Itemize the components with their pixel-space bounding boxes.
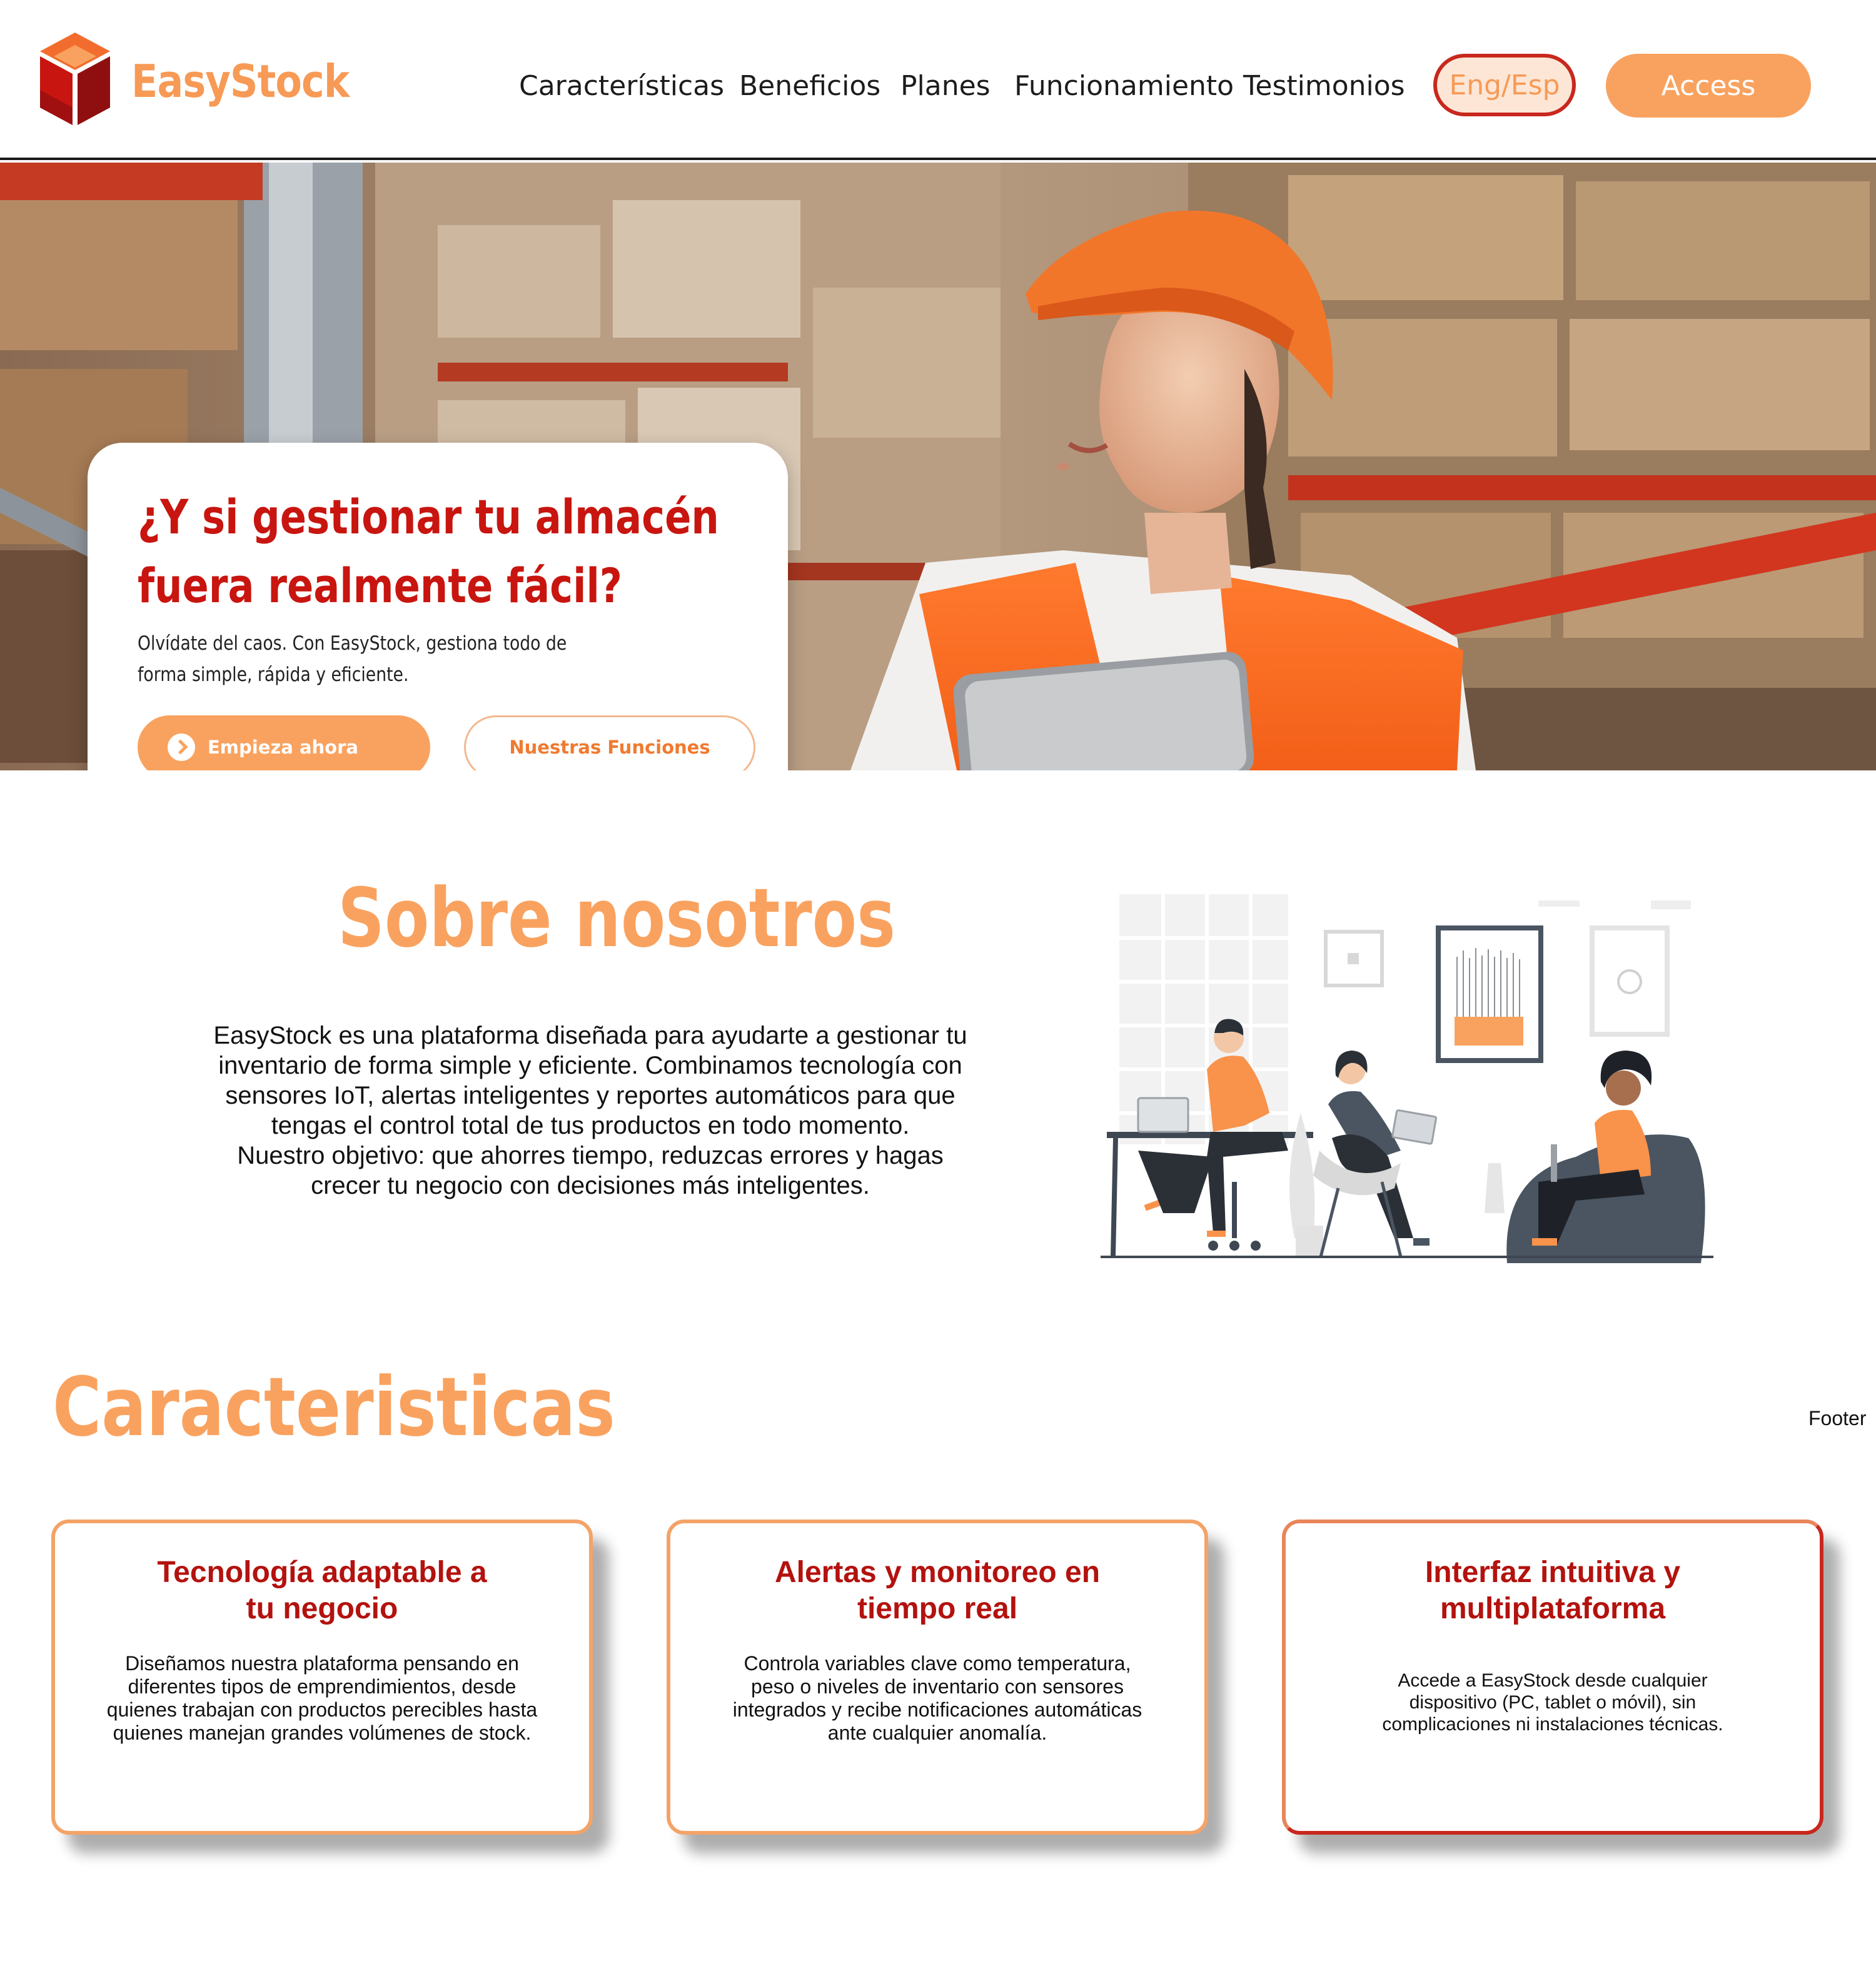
feature-card-title-line: tiempo real <box>857 1592 1018 1625</box>
start-now-label: Empieza ahora <box>208 737 358 758</box>
feature-card-title: Interfaz intuitiva y multiplataforma <box>1286 1555 1820 1627</box>
feature-card-interface: Interfaz intuitiva y multiplataforma Acc… <box>1282 1520 1823 1835</box>
hero-subtitle-line: Olvídate del caos. Con EasyStock, gestio… <box>138 632 567 655</box>
language-toggle-button[interactable]: Eng/Esp <box>1433 54 1576 116</box>
team-office-illustration <box>1101 894 1713 1263</box>
feature-card-title-line: Tecnología adaptable a <box>157 1556 487 1589</box>
feature-card-text: Diseñamos nuestra plataforma pensando en… <box>55 1652 589 1745</box>
hero-title: ¿Y si gestionar tu almacén fuera realmen… <box>138 483 719 620</box>
feature-card-text-line: diferentes tipos de emprendimientos, des… <box>128 1675 517 1698</box>
feature-card-text-line: quienes trabajan con productos perecible… <box>106 1698 538 1721</box>
feature-card-text-line: integrados y recibe notificaciones autom… <box>732 1698 1142 1721</box>
nav-link-planes[interactable]: Planes <box>900 68 991 105</box>
feature-card-title-line: tu negocio <box>246 1592 398 1625</box>
nav-link-funcionamiento[interactable]: Funcionamiento <box>1014 68 1234 105</box>
about-description: EasyStock es una plataforma diseñada par… <box>153 1021 1028 1201</box>
feature-card-adaptable: Tecnología adaptable a tu negocio Diseña… <box>51 1520 593 1835</box>
feature-card-text: Controla variables clave como temperatur… <box>670 1652 1204 1745</box>
hero-title-line: fuera realmente fácil? <box>138 558 622 613</box>
about-line: sensores IoT, alertas inteligentes y rep… <box>225 1082 956 1109</box>
navbar: EasyStock Características Beneficios Pla… <box>0 0 1876 160</box>
feature-card-title: Tecnología adaptable a tu negocio <box>55 1555 589 1627</box>
about-line: EasyStock es una plataforma diseñada par… <box>213 1022 967 1049</box>
chevron-right-icon <box>168 733 195 761</box>
feature-card-text-line: Controla variables clave como temperatur… <box>744 1652 1131 1675</box>
feature-card-text-line: dispositivo (PC, tablet o móvil), sin <box>1409 1692 1697 1713</box>
our-functions-button[interactable]: Nuestras Funciones <box>464 715 755 770</box>
nav-link-caracteristicas[interactable]: Características <box>519 68 724 105</box>
features-title: Caracteristicas <box>53 1359 615 1454</box>
about-line: inventario de forma simple y eficiente. … <box>218 1052 962 1079</box>
brand-name[interactable]: EasyStock <box>131 55 350 108</box>
footer-label[interactable]: Footer <box>1808 1407 1866 1430</box>
feature-card-alerts: Alertas y monitoreo en tiempo real Contr… <box>667 1520 1208 1835</box>
feature-card-title-line: Interfaz intuitiva y <box>1425 1556 1681 1589</box>
feature-card-text-line: Diseñamos nuestra plataforma pensando en <box>125 1652 519 1675</box>
feature-card-title: Alertas y monitoreo en tiempo real <box>670 1555 1204 1627</box>
access-button[interactable]: Access <box>1606 54 1811 118</box>
feature-card-text-line: peso o niveles de inventario con sensore… <box>751 1675 1124 1698</box>
feature-card-title-line: multiplataforma <box>1440 1592 1666 1625</box>
start-now-button[interactable]: Empieza ahora <box>138 715 430 770</box>
hero-section: ¿Y si gestionar tu almacén fuera realmen… <box>0 163 1876 770</box>
feature-card-title-line: Alertas y monitoreo en <box>774 1556 1101 1589</box>
hero-subtitle-line: forma simple, rápida y eficiente. <box>138 663 409 686</box>
hero-title-line: ¿Y si gestionar tu almacén <box>138 489 719 545</box>
about-line: crecer tu negocio con decisiones más int… <box>311 1172 870 1199</box>
nav-link-beneficios[interactable]: Beneficios <box>739 68 880 105</box>
feature-card-text-line: ante cualquier anomalía. <box>827 1722 1047 1744</box>
feature-card-text: Accede a EasyStock desde cualquier dispo… <box>1286 1670 1820 1735</box>
about-line: tengas el control total de tus productos… <box>271 1112 910 1139</box>
hero-card: ¿Y si gestionar tu almacén fuera realmen… <box>88 443 788 770</box>
cube-logo-icon[interactable] <box>36 30 114 133</box>
hero-subtitle: Olvídate del caos. Con EasyStock, gestio… <box>138 628 567 690</box>
nav-link-testimonios[interactable]: Testimonios <box>1243 68 1405 105</box>
feature-card-text-line: complicaciones ni instalaciones técnicas… <box>1382 1714 1723 1735</box>
about-title: Sobre nosotros <box>338 870 896 965</box>
feature-card-text-line: Accede a EasyStock desde cualquier <box>1398 1670 1708 1691</box>
feature-card-text-line: quienes manejan grandes volúmenes de sto… <box>113 1722 532 1744</box>
about-line: Nuestro objetivo: que ahorres tiempo, re… <box>237 1142 944 1169</box>
